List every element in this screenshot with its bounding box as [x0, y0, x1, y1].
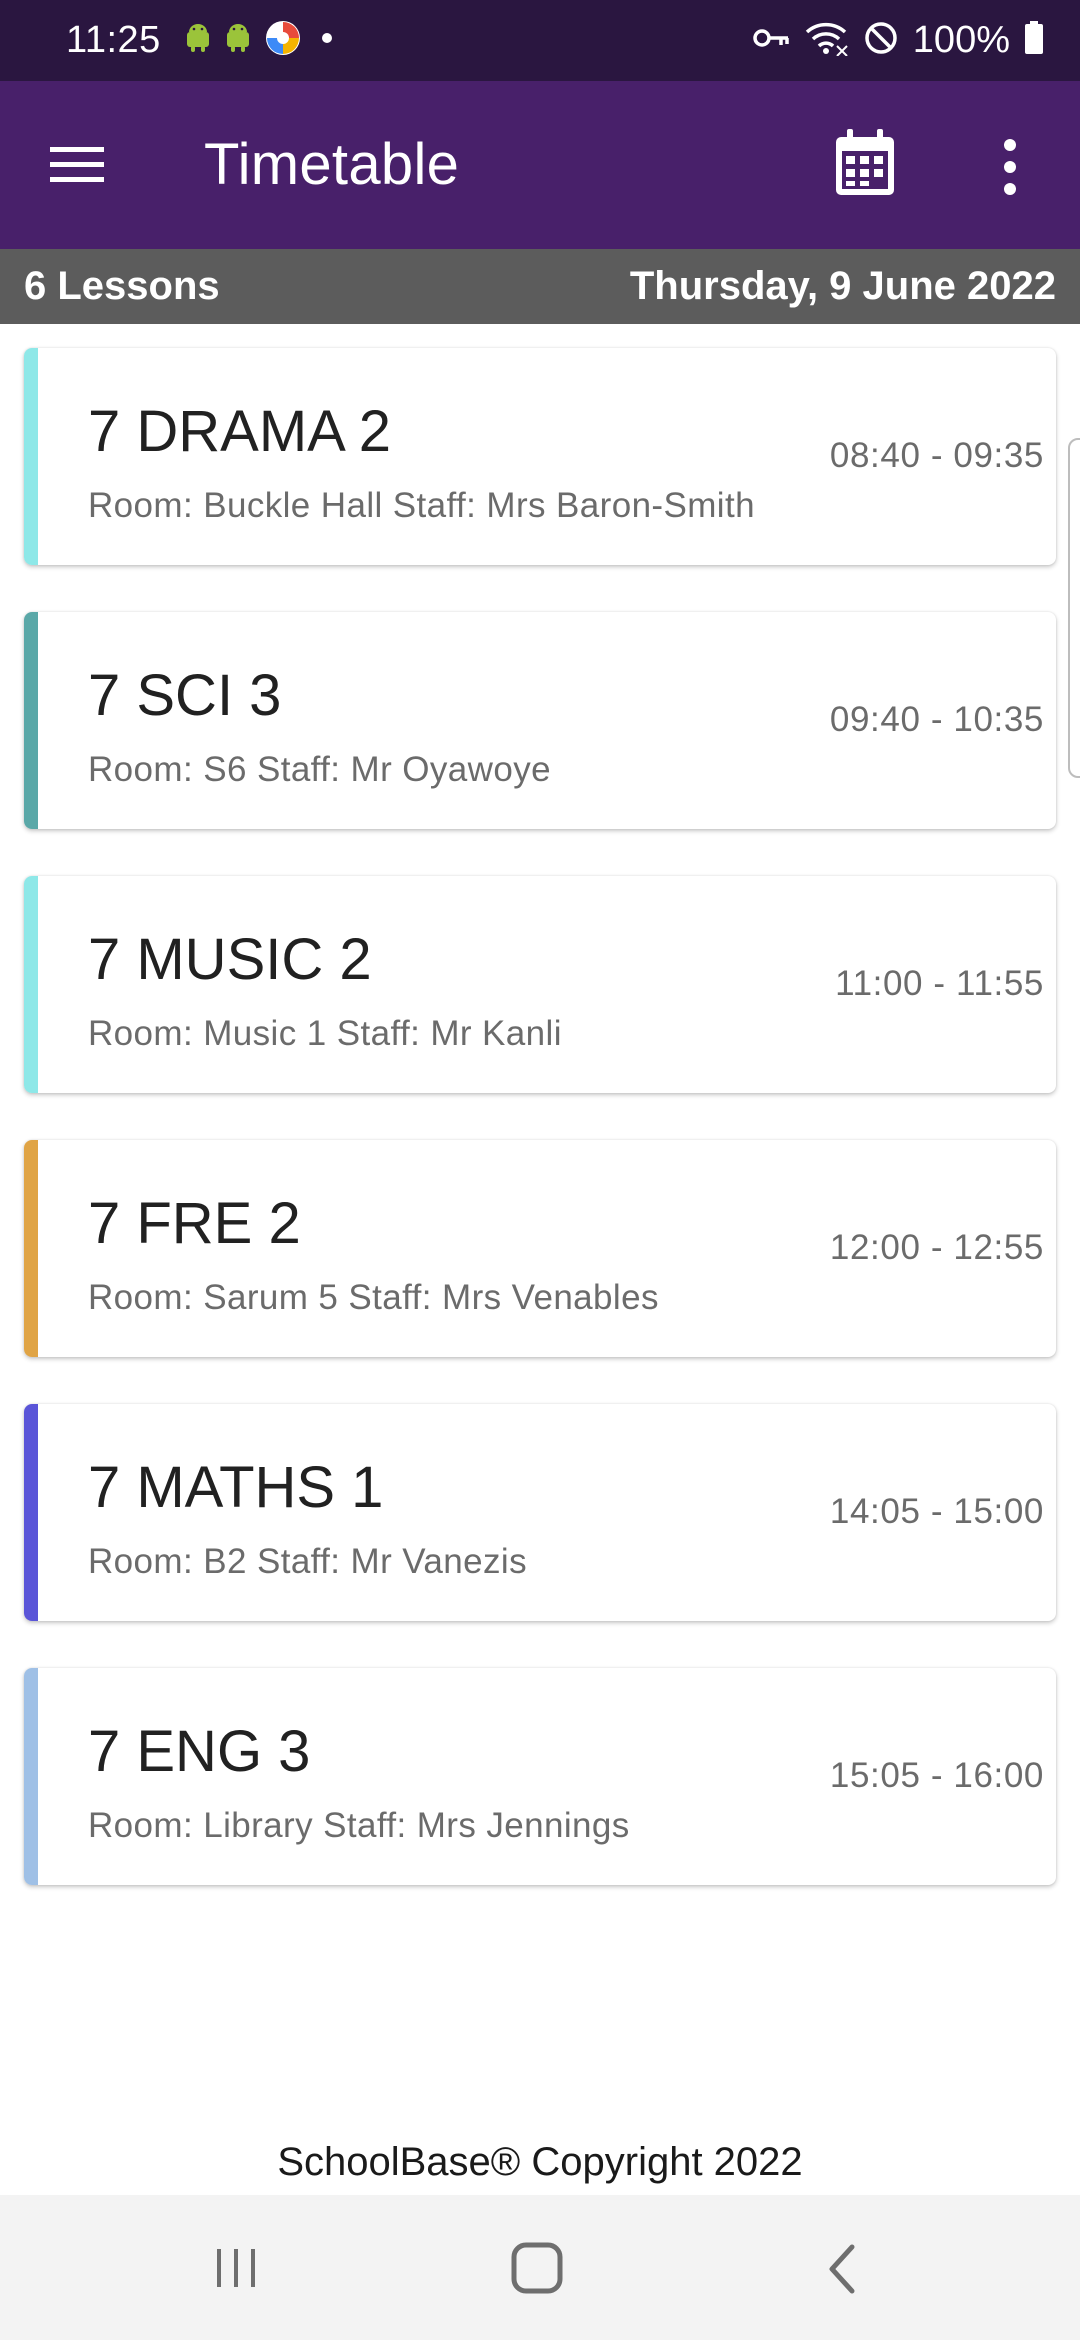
- lesson-time: 09:40 - 10:35: [829, 700, 1044, 739]
- lesson-count: 6 Lessons: [24, 264, 220, 308]
- status-left: 11:25: [66, 19, 339, 62]
- browser-icon: [265, 20, 301, 61]
- lesson-title: 7 ENG 3: [88, 1719, 311, 1784]
- lesson-card[interactable]: 7 SCI 3 Room: S6 Staff: Mr Oyawoye 09:40…: [24, 612, 1056, 829]
- lesson-time: 12:00 - 12:55: [829, 1228, 1044, 1267]
- menu-button[interactable]: [46, 139, 108, 191]
- lesson-color-stripe: [24, 1140, 38, 1357]
- lesson-details: Room: Music 1 Staff: Mr Kanli: [88, 1014, 562, 1053]
- more-options-button[interactable]: [990, 137, 1030, 197]
- calendar-button[interactable]: [832, 127, 898, 199]
- system-nav-bar: [0, 2195, 1080, 2340]
- lesson-title: 7 MATHS 1: [88, 1455, 384, 1520]
- lesson-details: Room: Library Staff: Mrs Jennings: [88, 1806, 630, 1845]
- home-icon: [511, 2242, 563, 2294]
- status-right: 100%: [753, 19, 1044, 62]
- do-not-disturb-icon: [863, 20, 899, 61]
- lesson-title: 7 FRE 2: [88, 1191, 301, 1256]
- wifi-icon: [805, 20, 849, 61]
- lesson-time: 08:40 - 09:35: [829, 436, 1044, 475]
- lesson-color-stripe: [24, 612, 38, 829]
- lesson-color-stripe: [24, 876, 38, 1093]
- lesson-card[interactable]: 7 ENG 3 Room: Library Staff: Mrs Jenning…: [24, 1668, 1056, 1885]
- scroll-indicator[interactable]: [1068, 438, 1080, 778]
- home-button[interactable]: [510, 2241, 566, 2297]
- lesson-card[interactable]: 7 FRE 2 Room: Sarum 5 Staff: Mrs Venable…: [24, 1140, 1056, 1357]
- vpn-key-icon: [753, 26, 791, 55]
- android-icon: [185, 23, 211, 58]
- lesson-color-stripe: [24, 348, 38, 565]
- lesson-details: Room: B2 Staff: Mr Vanezis: [88, 1542, 527, 1581]
- lesson-details: Room: Buckle Hall Staff: Mrs Baron-Smith: [88, 486, 755, 525]
- recents-button[interactable]: [212, 2243, 262, 2293]
- lesson-details: Room: Sarum 5 Staff: Mrs Venables: [88, 1278, 659, 1317]
- lessons-summary-bar: 6 Lessons Thursday, 9 June 2022: [0, 249, 1080, 324]
- lesson-time: 11:00 - 11:55: [835, 964, 1044, 1003]
- status-bar: 11:25 100%: [0, 0, 1080, 81]
- back-icon: [829, 2244, 855, 2294]
- lesson-details: Room: S6 Staff: Mr Oyawoye: [88, 750, 551, 789]
- recents-icon: [217, 2249, 255, 2287]
- page-title: Timetable: [204, 132, 460, 197]
- lesson-color-stripe: [24, 1668, 38, 1885]
- lesson-card[interactable]: 7 MUSIC 2 Room: Music 1 Staff: Mr Kanli …: [24, 876, 1056, 1093]
- lesson-title: 7 MUSIC 2: [88, 927, 372, 992]
- status-time: 11:25: [66, 19, 161, 61]
- lesson-card[interactable]: 7 MATHS 1 Room: B2 Staff: Mr Vanezis 14:…: [24, 1404, 1056, 1621]
- lesson-time: 14:05 - 15:00: [829, 1492, 1044, 1531]
- menu-icon: [50, 147, 104, 182]
- app-bar: Timetable: [0, 81, 1080, 249]
- lesson-title: 7 DRAMA 2: [88, 399, 391, 464]
- battery-percentage: 100%: [912, 19, 1010, 61]
- lesson-title: 7 SCI 3: [88, 663, 282, 728]
- back-button[interactable]: [822, 2241, 862, 2297]
- lesson-time: 15:05 - 16:00: [829, 1756, 1044, 1795]
- lesson-color-stripe: [24, 1404, 38, 1621]
- selected-date: Thursday, 9 June 2022: [629, 264, 1056, 308]
- calendar-icon: [836, 129, 894, 195]
- copyright-text: SchoolBase® Copyright 2022: [277, 2140, 803, 2184]
- dot-icon: [315, 26, 339, 55]
- android-icon: [225, 23, 251, 58]
- lesson-card[interactable]: 7 DRAMA 2 Room: Buckle Hall Staff: Mrs B…: [24, 348, 1056, 565]
- more-vert-icon: [1004, 139, 1016, 195]
- battery-icon: [1024, 21, 1044, 60]
